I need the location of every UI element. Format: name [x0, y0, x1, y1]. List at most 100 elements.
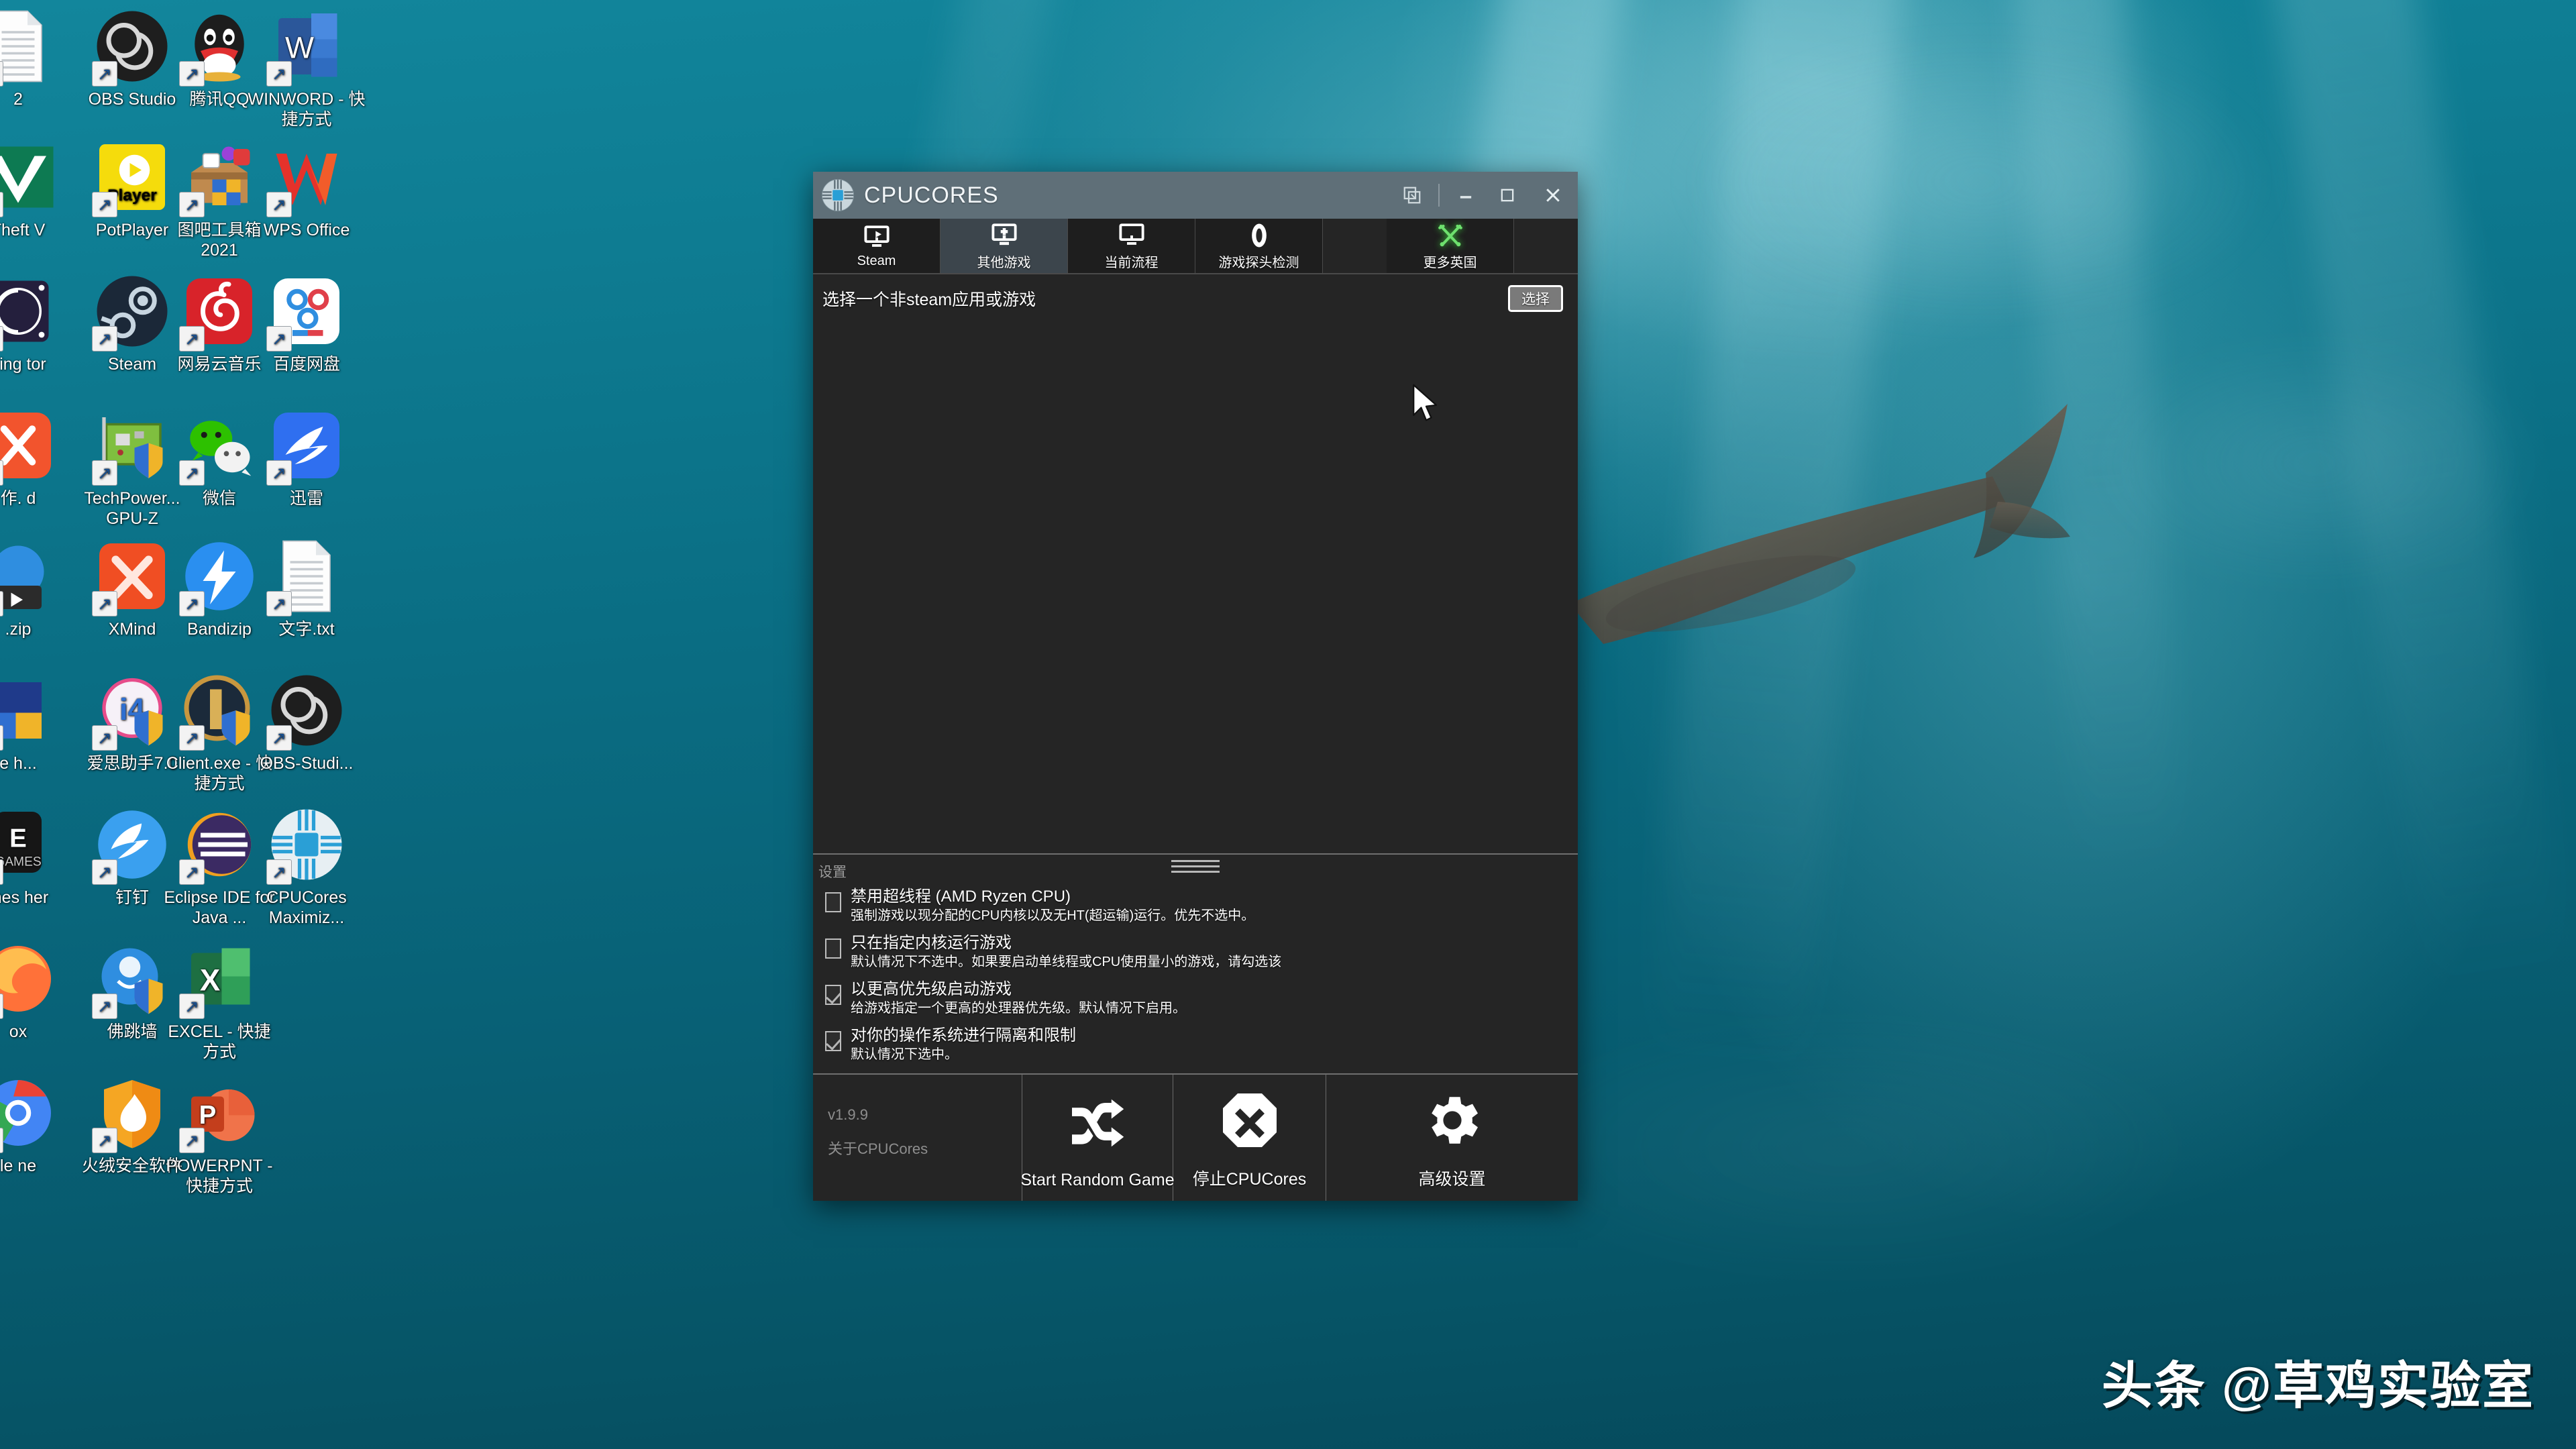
desktop-icon-label: 百度网盘: [272, 355, 340, 374]
setting-description: 默认情况下不选中。如果要启动单线程或CPU使用量小的游戏，请勾选该: [851, 955, 1282, 969]
shortcut-overlay-icon: ↗: [266, 591, 292, 616]
tab-eye-detect[interactable]: 游戏探头检测: [1195, 219, 1323, 274]
stop-cpucores-label: 停止CPUCores: [1192, 1170, 1307, 1189]
maximize-icon[interactable]: [1487, 172, 1528, 219]
shortcut-overlay-icon: ↗: [266, 192, 292, 217]
epic-games-icon: E GAMES↗: [0, 807, 56, 885]
setting-checkbox[interactable]: [825, 892, 841, 912]
svg-text:E: E: [9, 824, 27, 853]
desktop-icon-chrome-icon[interactable]: ↗ le ne: [0, 1075, 78, 1176]
generic-orange-icon: ↗: [0, 408, 56, 486]
window-title: CPUCORES: [864, 182, 999, 208]
start-random-game-label: Start Random Game: [1020, 1171, 1175, 1189]
shortcut-overlay-icon: ↗: [92, 1128, 117, 1153]
setting-row[interactable]: 只在指定内核运行游戏 默认情况下不选中。如果要启动单线程或CPU使用量小的游戏，请…: [813, 928, 1578, 974]
shortcut-overlay-icon: ↗: [266, 859, 292, 885]
desktop-icon-powerpoint-icon[interactable]: P ↗ POWERPNT - 快捷方式: [160, 1075, 279, 1196]
desktop-icon-text-file-icon[interactable]: ↗ 文字.txt: [247, 539, 366, 639]
desktop-icon-label: 文字.txt: [278, 620, 335, 639]
shortcut-overlay-icon: ↗: [0, 591, 3, 616]
desktop-icon-label: Theft V: [0, 221, 46, 239]
desktop-icon-excel-icon[interactable]: X ↗ EXCEL - 快捷方式: [160, 941, 279, 1062]
dingtalk-icon: ↗: [92, 807, 170, 885]
desktop-icon-cpucores-icon[interactable]: ↗ CPUCores Maximiz...: [247, 807, 366, 928]
stop-cpucores-button[interactable]: 停止CPUCores: [1173, 1075, 1326, 1201]
version-number: v1.9.9: [828, 1106, 868, 1123]
picker-label: 选择一个非steam应用或游戏: [822, 290, 1036, 309]
powerpoint-icon: P ↗: [179, 1075, 257, 1153]
desktop-icon-winword-icon[interactable]: W ↗ WINWORD - 快捷方式: [247, 9, 366, 129]
monitor-icon: [1117, 221, 1146, 250]
setting-row[interactable]: 禁用超线程 (AMD Ryzen CPU) 强制游戏以现分配的CPU内核以及无HT…: [813, 881, 1578, 928]
setting-checkbox[interactable]: [825, 1031, 841, 1051]
stop-octagon-x-icon: [1218, 1075, 1282, 1166]
tab-monitor-plus[interactable]: 其他游戏: [941, 219, 1068, 274]
game-list-area[interactable]: [813, 323, 1578, 853]
tab-monitor[interactable]: 当前流程: [1068, 219, 1195, 274]
desktop-icon-firefox-icon[interactable]: ↗ ox: [0, 941, 78, 1042]
gta-v-icon: ↗: [0, 140, 56, 217]
select-button[interactable]: 选择: [1508, 285, 1563, 312]
advanced-settings-button[interactable]: 高级设置: [1326, 1075, 1578, 1201]
setting-row[interactable]: 对你的操作系统进行隔离和限制 默认情况下选中。: [813, 1020, 1578, 1067]
desktop-icon-document-icon[interactable]: ↗2: [0, 9, 78, 109]
setting-row[interactable]: 以更高优先级启动游戏给游戏指定一个更高的处理器优先级。默认情况下启用。: [813, 974, 1578, 1020]
svg-text:P: P: [199, 1101, 217, 1130]
window-footer: v1.9.9 关于CPUCores Start Random Game 停止CP…: [813, 1073, 1578, 1201]
eclipse-icon: ↗: [179, 807, 257, 885]
monitor-plus-icon: [989, 221, 1019, 250]
tab-strip-filler: [1323, 219, 1387, 274]
document-icon: ↗: [0, 9, 56, 87]
desktop-icon-obs-studio-shortcut-icon[interactable]: ↗ OBS-Studi...: [247, 673, 366, 773]
tab-monitor-play[interactable]: Steam: [813, 219, 941, 274]
desktop-icon-baidu-netdisk-icon[interactable]: ↗ 百度网盘: [247, 274, 366, 374]
baidu-netdisk-icon: ↗: [266, 274, 344, 352]
shortcut-overlay-icon: ↗: [179, 1128, 205, 1153]
shortcut-overlay-icon: ↗: [0, 1128, 3, 1153]
setting-title: 以更高优先级启动游戏: [851, 980, 1012, 998]
desktop-icon-label: ding tor: [0, 355, 46, 374]
setting-description: 给游戏指定一个更高的处理器优先级。默认情况下启用。: [851, 1001, 1186, 1016]
svg-text:X: X: [200, 963, 220, 998]
tencent-qq-icon: ↗: [179, 9, 257, 87]
obs-studio-icon: ↗: [92, 9, 170, 87]
league-of-legends-icon: ↗: [179, 673, 257, 751]
desktop-icon-wps-office-icon[interactable]: ↗ WPS Office: [247, 140, 366, 240]
desktop-icon-label: mes her: [0, 888, 49, 907]
shortcut-overlay-icon: ↗: [266, 61, 292, 87]
desktop-icon-zip-archive-icon[interactable]: ↗.zip: [0, 539, 78, 639]
shortcut-overlay-icon: ↗: [179, 61, 205, 87]
shortcut-overlay-icon: ↗: [92, 591, 117, 616]
shortcut-overlay-icon: ↗: [92, 725, 117, 751]
steam-icon: ↗: [92, 274, 170, 352]
shuffle-icon: [1065, 1075, 1130, 1171]
desktop-icon-label: EXCEL - 快捷方式: [168, 1022, 271, 1061]
tab-label: Steam: [857, 253, 896, 268]
desktop-icon-label: WINWORD - 快捷方式: [248, 90, 366, 129]
desktop-icon-label: 迅雷: [289, 489, 323, 508]
desktop-icon-gta-v-icon[interactable]: ↗ Theft V: [0, 140, 78, 240]
cpucores-window: CPUCORES Steam 其他游戏 当前流程 游戏探头检测 更多英国 选择一个非st…: [813, 172, 1578, 1201]
start-random-game-button[interactable]: Start Random Game: [1020, 1075, 1175, 1201]
zip-archive-icon: ↗: [0, 539, 56, 616]
close-icon[interactable]: [1528, 172, 1578, 219]
desktop-icon-label: WPS Office: [263, 221, 350, 239]
tab-tools-cross[interactable]: 更多英国: [1387, 219, 1514, 274]
winword-icon: W ↗: [266, 9, 344, 87]
svg-text:GAMES: GAMES: [0, 855, 42, 869]
desktop-icon-thunder-icon[interactable]: ↗ 迅雷: [247, 408, 366, 508]
titlebar-separator: [1438, 184, 1440, 207]
desktop-icon-epic-games-icon[interactable]: E GAMES↗ mes her: [0, 807, 78, 908]
setting-checkbox[interactable]: [825, 938, 841, 959]
svg-text:W: W: [285, 31, 314, 65]
desktop-icon-generic-orange-icon[interactable]: ↗ 作. d: [0, 408, 78, 508]
about-link[interactable]: 关于CPUCores: [828, 1137, 928, 1159]
desktop-icon-blue-app-icon[interactable]: ↗ e h...: [0, 673, 78, 773]
desktop-icon-label: CPUCores Maximiz...: [266, 888, 347, 927]
setting-checkbox[interactable]: [825, 985, 841, 1005]
tuba-toolbox-icon: ↗: [179, 140, 257, 217]
minimize-icon[interactable]: [1445, 172, 1487, 219]
resize-grip[interactable]: [1171, 860, 1220, 876]
restore-down-icon[interactable]: [1391, 172, 1433, 219]
desktop-icon-wallpaper-engine-icon[interactable]: ↗ ding tor: [0, 274, 78, 374]
